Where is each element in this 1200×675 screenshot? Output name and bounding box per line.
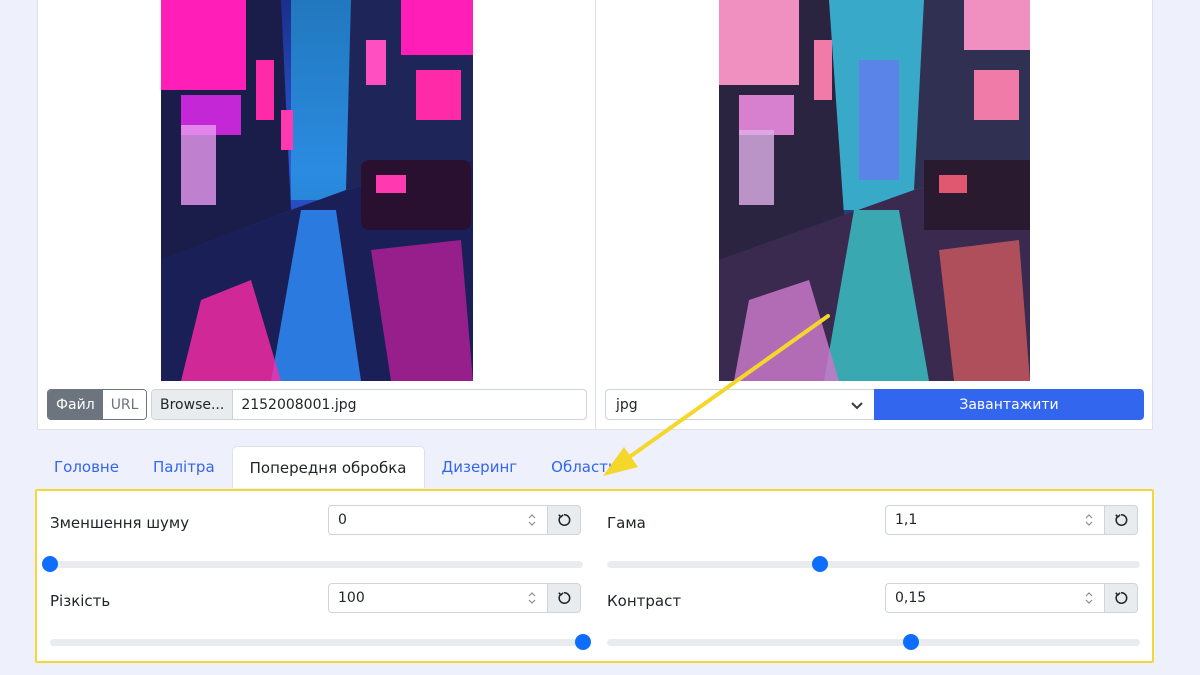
file-name: 2152008001.jpg [241,396,357,413]
browse-button[interactable]: Browse... [152,390,234,419]
contrast-value: 0,15 [895,590,927,606]
noise-label: Зменшення шуму [50,514,190,532]
spinner-icon[interactable] [1083,512,1095,528]
noise-value: 0 [338,512,347,528]
preprocessing-panel: Зменшення шуму 0 Різкість 100 Гама 1,1 К… [35,489,1154,663]
source-toggle: Файл URL [47,389,148,420]
settings-tabs: Головне Палітра Попередня обробка Дизери… [37,446,634,488]
contrast-slider-thumb[interactable] [902,634,919,650]
original-image [161,0,473,381]
contrast-label: Контраст [607,592,682,610]
tab-area[interactable]: Область [534,446,634,488]
format-value: jpg [616,396,638,413]
contrast-reset-button[interactable] [1105,583,1138,613]
spinner-icon[interactable] [526,590,538,606]
tab-dithering[interactable]: Дизеринг [425,446,535,488]
gamma-reset-button[interactable] [1105,505,1138,535]
reset-icon [558,513,571,526]
tab-preprocessing[interactable]: Попередня обробка [231,446,425,488]
sharpness-value: 100 [338,590,365,606]
tab-palette[interactable]: Палітра [136,446,232,488]
sharpness-reset-button[interactable] [548,583,581,613]
noise-slider[interactable] [42,556,583,572]
gamma-label: Гама [607,514,646,532]
gamma-input[interactable]: 1,1 [885,505,1105,535]
file-tab-button[interactable]: Файл [48,390,103,419]
preview-panel: Файл URL Browse... 2152008001.jpg jpg За… [37,0,1153,430]
preview-divider [595,0,596,430]
gamma-slider-thumb[interactable] [812,556,829,572]
noise-reset-button[interactable] [548,505,581,535]
processed-image [719,0,1030,381]
format-select[interactable]: jpg [605,389,875,420]
sharpness-input[interactable]: 100 [328,583,548,613]
noise-input[interactable]: 0 [328,505,548,535]
spinner-icon[interactable] [1083,590,1095,606]
url-tab-button[interactable]: URL [102,390,147,419]
sharpness-slider[interactable] [50,634,591,650]
contrast-slider[interactable] [607,634,1140,650]
reset-icon [558,591,571,604]
download-button[interactable]: Завантажити [874,389,1144,420]
contrast-input[interactable]: 0,15 [885,583,1105,613]
gamma-slider[interactable] [607,556,1140,572]
tab-main[interactable]: Головне [37,446,136,488]
spinner-icon[interactable] [526,512,538,528]
noise-slider-thumb[interactable] [42,556,58,572]
sharpness-label: Різкість [50,592,111,610]
sharpness-slider-thumb[interactable] [575,634,591,650]
file-input[interactable]: Browse... 2152008001.jpg [151,389,587,420]
reset-icon [1115,591,1128,604]
gamma-value: 1,1 [895,512,918,528]
reset-icon [1115,513,1128,526]
chevron-down-icon [851,401,863,409]
